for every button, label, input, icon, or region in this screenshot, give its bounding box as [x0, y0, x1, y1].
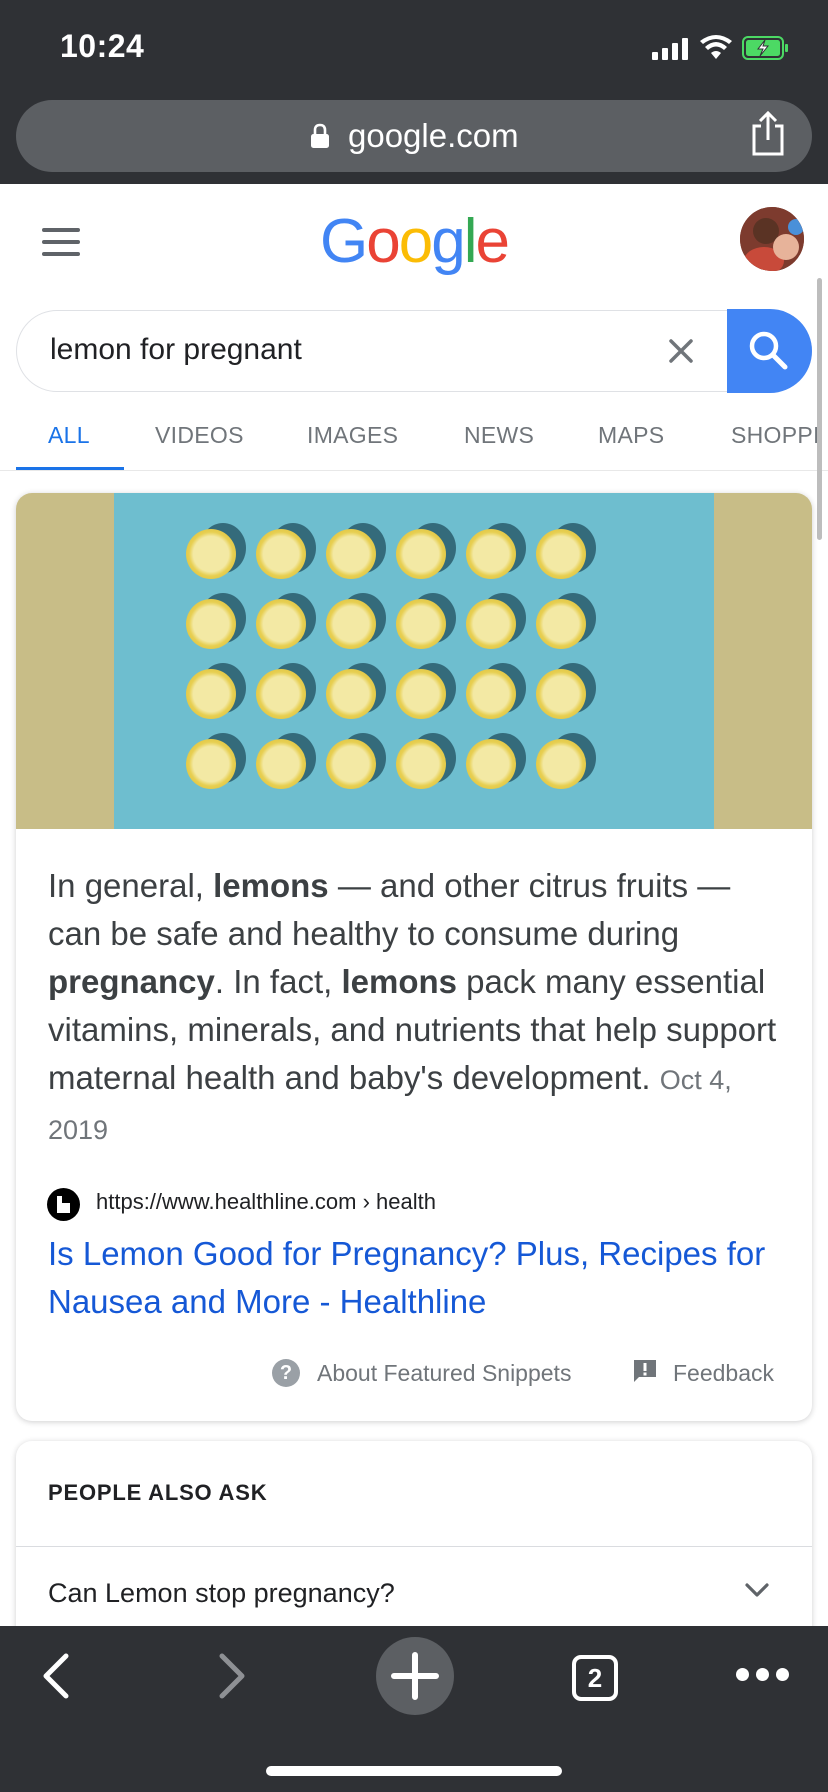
plus-icon	[391, 1652, 439, 1700]
snippet-highlight: pregnancy	[48, 963, 215, 1000]
lock-icon	[311, 123, 329, 148]
scrollbar[interactable]	[817, 278, 822, 540]
lemon-half	[186, 599, 236, 649]
cellular-signal-icon	[652, 38, 690, 60]
logo-letter: o	[399, 208, 431, 276]
people-also-ask-title: PEOPLE ALSO ASK	[48, 1480, 268, 1505]
result-source-url[interactable]: https://www.healthline.com › health	[96, 1189, 436, 1215]
lemon-half	[326, 669, 376, 719]
logo-letter: g	[431, 208, 463, 276]
more-icon[interactable]	[736, 1668, 790, 1684]
lemon-half	[396, 529, 446, 579]
people-also-ask-question[interactable]: Can Lemon stop pregnancy?	[48, 1578, 395, 1609]
divider	[16, 1546, 812, 1547]
feedback-icon[interactable]	[632, 1358, 658, 1384]
google-logo[interactable]: Google	[320, 208, 510, 278]
tab-videos[interactable]: VIDEOS	[155, 422, 244, 449]
help-icon[interactable]: ?	[272, 1359, 300, 1387]
snippet-highlight: lemons	[341, 963, 457, 1000]
lemon-half	[186, 739, 236, 789]
lemon-half	[256, 739, 306, 789]
about-featured-snippets-link[interactable]: About Featured Snippets	[317, 1360, 571, 1387]
home-indicator	[266, 1766, 562, 1776]
healthline-favicon-icon	[47, 1188, 80, 1221]
account-avatar[interactable]	[740, 207, 804, 271]
close-icon[interactable]	[666, 336, 696, 366]
tab-news[interactable]: NEWS	[464, 422, 534, 449]
battery-charging-icon	[742, 36, 788, 60]
featured-snippet-text: In general, lemons — and other citrus fr…	[48, 862, 778, 1154]
wifi-icon	[700, 35, 732, 59]
chevron-down-icon[interactable]	[743, 1580, 771, 1600]
snippet-highlight: lemons	[213, 867, 329, 904]
lemon-half	[256, 669, 306, 719]
address-bar-url[interactable]: google.com	[348, 117, 519, 155]
lemon-half	[326, 739, 376, 789]
lemon-half	[396, 739, 446, 789]
lemon-half	[396, 669, 446, 719]
lemon-half	[186, 669, 236, 719]
search-icon	[749, 331, 788, 370]
logo-letter: o	[366, 208, 398, 276]
hamburger-menu-icon[interactable]	[42, 228, 80, 256]
tab-maps[interactable]: MAPS	[598, 422, 664, 449]
result-title-link[interactable]: Is Lemon Good for Pregnancy? Plus, Recip…	[48, 1230, 788, 1326]
lemon-half	[466, 529, 516, 579]
lemon-half	[396, 599, 446, 649]
lemons-image-background	[114, 493, 714, 829]
search-tabs: ALL VIDEOS IMAGES NEWS MAPS SHOPPI	[0, 405, 828, 471]
lemon-half	[536, 529, 586, 579]
tab-images[interactable]: IMAGES	[307, 422, 398, 449]
lemon-half	[536, 669, 586, 719]
lemon-half	[466, 739, 516, 789]
share-icon[interactable]	[748, 110, 788, 156]
tabs-button[interactable]: 2	[572, 1655, 618, 1701]
search-input[interactable]: lemon for pregnant	[50, 333, 302, 367]
lemon-half	[186, 529, 236, 579]
lemon-half	[466, 669, 516, 719]
logo-letter: l	[464, 208, 476, 276]
snippet-text-part: In general,	[48, 867, 214, 904]
logo-letter: e	[475, 208, 507, 276]
logo-letter: G	[320, 208, 366, 276]
search-button[interactable]	[727, 309, 812, 393]
back-icon[interactable]	[36, 1650, 76, 1702]
active-tab-indicator	[16, 467, 124, 470]
lemon-half	[326, 529, 376, 579]
lemon-half	[326, 599, 376, 649]
lemons-image[interactable]	[16, 493, 812, 829]
new-tab-button[interactable]	[376, 1637, 454, 1715]
feedback-link[interactable]: Feedback	[673, 1360, 774, 1387]
lemon-half	[256, 599, 306, 649]
lemon-half	[536, 739, 586, 789]
lemon-half	[466, 599, 516, 649]
lemon-half	[536, 599, 586, 649]
tab-all[interactable]: ALL	[48, 422, 90, 449]
tab-shopping[interactable]: SHOPPI	[731, 422, 820, 449]
status-time: 10:24	[60, 28, 145, 64]
people-also-ask-card	[16, 1441, 812, 1641]
snippet-text-part: . In fact,	[214, 963, 342, 1000]
svg-text:Google: Google	[320, 208, 508, 276]
lemon-half	[256, 529, 306, 579]
forward-icon[interactable]	[212, 1650, 252, 1702]
